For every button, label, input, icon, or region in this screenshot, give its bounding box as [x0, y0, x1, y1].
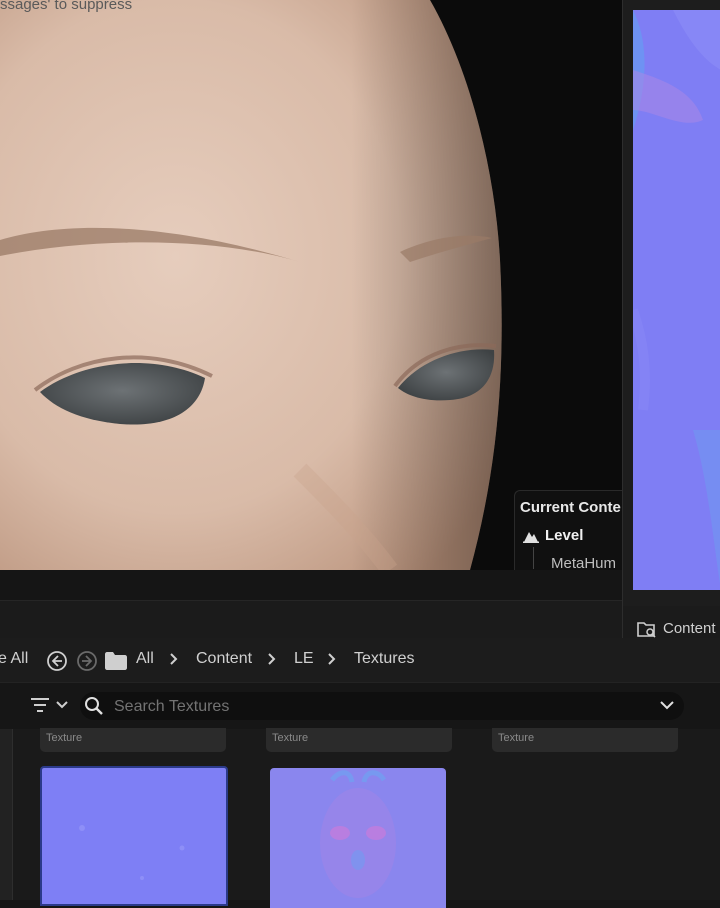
asset-type-label: Texture [46, 732, 83, 744]
asset-tile-label[interactable]: Texture [492, 728, 678, 752]
asset-tile-label[interactable]: Texture [40, 728, 226, 752]
content-browser: e All All Content LE Textures Search Tex… [0, 638, 720, 908]
search-box[interactable] [80, 692, 684, 720]
metahuman-face-render [0, 0, 502, 570]
texture-thumbnail-face-normal[interactable] [270, 768, 446, 908]
breadcrumb-item-content[interactable]: Content [196, 650, 252, 668]
current-level-label: Level [545, 527, 584, 544]
current-content-panel: Current Conte Level MetaHum [514, 490, 622, 570]
level-icon [523, 532, 539, 543]
chevron-down-icon[interactable] [56, 701, 68, 709]
filter-icon[interactable] [30, 697, 50, 713]
save-all-button[interactable]: e All [0, 650, 28, 668]
chevron-right-icon [170, 653, 178, 665]
chevron-right-icon [328, 653, 336, 665]
asset-tile-label[interactable]: Texture [266, 728, 452, 752]
texture-thumbnail-normal[interactable] [40, 766, 228, 906]
asset-type-label: Texture [498, 732, 535, 744]
asset-grid: Texture Texture Texture [12, 728, 720, 908]
level-viewport[interactable]: ssages' to suppress Current Conte Level … [0, 0, 622, 570]
content-browser-tab-label: Content [663, 620, 716, 637]
normal-map-preview [633, 10, 720, 590]
normal-map-pattern [633, 10, 720, 590]
search-dropdown-icon[interactable] [660, 700, 674, 710]
current-content-title: Current Conte [520, 499, 621, 516]
viewport-message: ssages' to suppress [0, 0, 133, 13]
breadcrumb-item-textures[interactable]: Textures [354, 650, 414, 668]
texture-preview-panel: Content [622, 0, 720, 648]
filter-bar [0, 682, 720, 729]
search-input[interactable] [112, 696, 646, 718]
asset-type-label: Texture [272, 732, 309, 744]
forward-icon[interactable] [76, 650, 98, 672]
back-icon[interactable] [46, 650, 68, 672]
viewport-bottom-bar [0, 600, 622, 639]
normal-map-thumbnail [42, 768, 226, 904]
breadcrumb-item-le[interactable]: LE [294, 650, 314, 668]
current-level-row[interactable]: Level [515, 525, 622, 547]
face-normal-map-thumbnail [270, 768, 446, 908]
breadcrumb: e All All Content LE Textures [0, 638, 720, 682]
tree-connector [533, 547, 534, 569]
folder-icon [105, 652, 127, 670]
content-browser-icon [637, 622, 656, 638]
current-level-name[interactable]: MetaHum [551, 555, 616, 570]
breadcrumb-item-all[interactable]: All [136, 650, 154, 668]
search-icon [85, 697, 103, 715]
chevron-right-icon [268, 653, 276, 665]
